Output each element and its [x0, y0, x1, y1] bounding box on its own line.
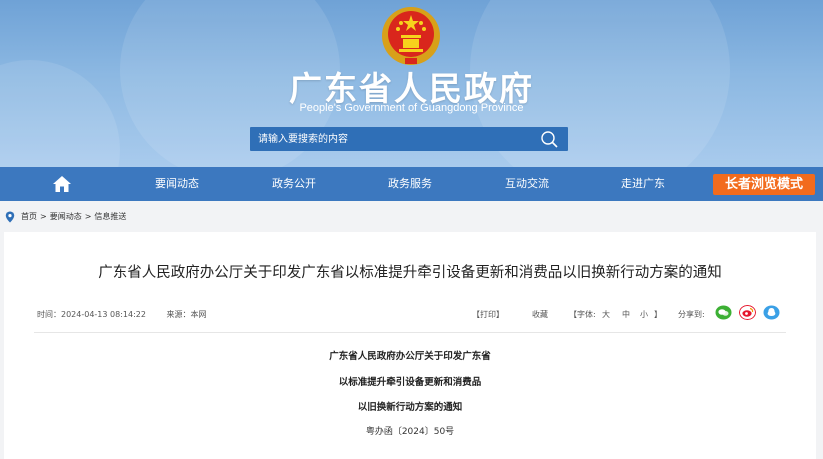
article-meta: 时间：2024-04-13 08:14:22 来源：本网: [37, 309, 225, 320]
article-source: 来源：本网: [166, 310, 207, 319]
document-number: 粤办函〔2024〕50号: [365, 427, 455, 437]
location-pin-icon: [5, 211, 15, 223]
nav-item-services[interactable]: 政务服务: [360, 167, 460, 201]
doc-heading-line: 广东省人民政府办公厅关于印发广东省: [329, 351, 491, 362]
breadcrumb-current[interactable]: 信息推送: [94, 210, 126, 224]
print-button[interactable]: 【打印】: [472, 309, 504, 320]
nav-item-about-guangdong[interactable]: 走进广东: [593, 167, 693, 201]
doc-heading-line: 以旧换新行动方案的通知: [357, 402, 463, 413]
home-icon[interactable]: [52, 175, 72, 193]
header-banner: 广东省人民政府 People's Government of Guangdong…: [0, 0, 823, 167]
national-emblem-icon: [382, 7, 440, 65]
search-bar: [250, 127, 568, 151]
share-label: 分享到:: [678, 310, 705, 319]
nav-item-news[interactable]: 要闻动态: [127, 167, 227, 201]
meta-divider: [34, 332, 786, 333]
nav-item-public-affairs[interactable]: 政务公开: [244, 167, 344, 201]
doc-heading-line: 以标准提升牵引设备更新和消费品: [338, 377, 482, 388]
nav-item-interaction[interactable]: 互动交流: [477, 167, 577, 201]
elder-mode-button[interactable]: 长者浏览模式: [713, 174, 815, 195]
font-large-button[interactable]: 大: [602, 309, 610, 320]
article-card: 广东省人民政府办公厅关于印发广东省以标准提升牵引设备更新和消费品以旧换新行动方案…: [4, 232, 816, 459]
font-size-label: 【字体:: [569, 310, 596, 319]
breadcrumb-news[interactable]: 要闻动态: [50, 210, 82, 224]
font-medium-button[interactable]: 中: [622, 309, 630, 320]
weibo-share-icon[interactable]: [739, 305, 756, 320]
breadcrumb: 首页 > 要闻动态 > 信息推送: [5, 210, 126, 224]
wechat-share-icon[interactable]: [715, 305, 732, 320]
favorite-button[interactable]: 收藏: [532, 309, 548, 320]
breadcrumb-separator: >: [40, 212, 47, 221]
breadcrumb-home[interactable]: 首页: [21, 210, 37, 224]
publish-time: 时间：2024-04-13 08:14:22: [37, 310, 146, 319]
breadcrumb-separator: >: [84, 212, 92, 221]
font-size-close: 】: [654, 310, 662, 319]
qq-share-icon[interactable]: [763, 305, 780, 320]
main-nav: 要闻动态 政务公开 政务服务 互动交流 走进广东: [0, 167, 823, 201]
article-title: 广东省人民政府办公厅关于印发广东省以标准提升牵引设备更新和消费品以旧换新行动方案…: [98, 265, 722, 281]
search-icon[interactable]: [530, 127, 568, 151]
font-small-button[interactable]: 小: [640, 309, 648, 320]
site-subtitle: People's Government of Guangdong Provinc…: [299, 102, 524, 114]
search-input[interactable]: [250, 127, 530, 151]
